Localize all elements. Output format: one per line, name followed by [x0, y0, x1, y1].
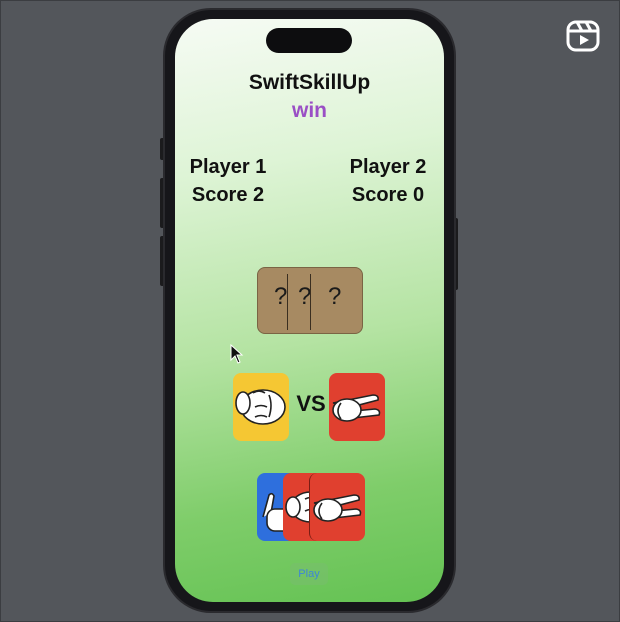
player-1-panel: Player 1 Score 2: [185, 153, 271, 209]
choice-scissors-card[interactable]: [309, 473, 365, 541]
result-text: win: [292, 99, 327, 122]
reels-icon[interactable]: [566, 20, 600, 52]
mystery-mark: ?: [328, 283, 342, 310]
player-2-name: Player 2: [349, 156, 427, 178]
player-1-name: Player 1: [189, 156, 267, 178]
mystery-mark: ?: [274, 283, 288, 310]
vs-label: VS: [296, 391, 326, 416]
scissors-hand-icon: [332, 394, 381, 422]
player-choice-card: [233, 373, 289, 441]
play-button[interactable]: Play: [290, 563, 328, 585]
card-divider: [310, 274, 311, 330]
player-2-panel: Player 2 Score 0: [345, 153, 431, 209]
cursor-icon: [230, 344, 244, 364]
scissors-hand-icon: [313, 494, 362, 522]
app-title: SwiftSkillUp: [248, 71, 371, 94]
opponent-choice-card: [329, 373, 385, 441]
rock-hand-icon: [235, 389, 286, 425]
dynamic-island: [266, 28, 352, 53]
phone-frame: SwiftSkillUp win Player 1 Score 2 Player…: [165, 10, 454, 611]
mystery-card: ? ? ?: [257, 267, 363, 334]
player-2-score: Score 0: [351, 184, 425, 206]
phone-screen: SwiftSkillUp win Player 1 Score 2 Player…: [175, 19, 444, 602]
player-1-score: Score 2: [191, 184, 265, 206]
card-divider: [287, 274, 288, 330]
